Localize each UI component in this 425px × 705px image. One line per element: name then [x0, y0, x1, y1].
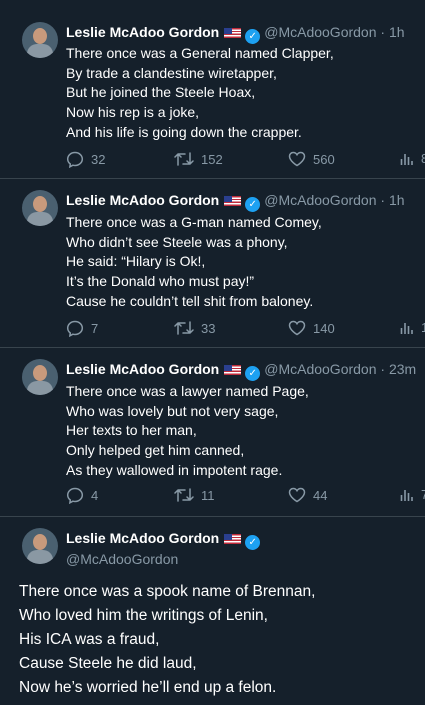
tweet-timestamp[interactable]: · 23m	[380, 361, 416, 377]
like-button[interactable]: 140	[288, 320, 335, 336]
analytics-button[interactable]: 8	[400, 151, 425, 166]
analytics-icon	[400, 322, 413, 334]
tweet-2[interactable]: Leslie McAdoo Gordon ✓ @McAdooGordon · 1h …	[0, 179, 425, 347]
reply-icon	[66, 320, 84, 337]
verified-badge-icon: ✓	[245, 366, 261, 381]
reply-button[interactable]: 7	[66, 320, 98, 337]
tweet-header: Leslie McAdoo Gordon ✓ @McAdooGordon · 1h	[66, 192, 405, 212]
analytics-count: 1	[421, 320, 425, 335]
tweet-actions: 7 33 140 1	[66, 320, 425, 338]
tweet-line: There once was a General named Clapper,	[66, 45, 334, 61]
retweet-count: 33	[201, 320, 216, 336]
tweet-line: But he joined the Steele Hoax,	[66, 84, 256, 101]
avatar[interactable]	[22, 359, 58, 395]
tweet-1[interactable]: Leslie McAdoo Gordon ✓ @McAdooGordon · 1h …	[0, 0, 425, 178]
tweet-line: There once was a G-man named Comey,	[66, 214, 322, 230]
tweet-text: There once was a General named Clapper, …	[66, 44, 421, 143]
retweet-button[interactable]: 152	[174, 151, 223, 167]
tweet-text: There once was a lawyer named Page, Who …	[66, 382, 421, 481]
avatar[interactable]	[22, 528, 58, 564]
tweet-line: Cause he couldn’t tell shit from baloney…	[66, 292, 314, 309]
analytics-icon	[400, 489, 413, 501]
tweet-line: Who didn’t see Steele was a phony,	[66, 233, 288, 250]
author-name[interactable]: Leslie McAdoo Gordon	[66, 361, 219, 377]
main-tweet[interactable]: Leslie McAdoo Gordon ✓ @McAdooGordon Ther…	[0, 517, 425, 705]
tweet-actions: 4 11 44 7	[66, 487, 425, 505]
analytics-count: 7	[421, 487, 425, 502]
author-name[interactable]: Leslie McAdoo Gordon	[66, 192, 219, 208]
analytics-icon	[400, 153, 413, 165]
tweet-actions: 32 152 560 8	[66, 151, 425, 169]
tweet-line: There once was a lawyer named Page,	[66, 383, 309, 399]
like-count: 560	[313, 151, 335, 167]
tweet-line: Cause Steele he did laud,	[19, 655, 197, 672]
retweet-icon	[174, 321, 194, 335]
tweet-line: There once was a spook name of Brennan,	[19, 583, 316, 600]
us-flag-icon	[224, 28, 242, 38]
tweet-header: Leslie McAdoo Gordon ✓ @McAdooGordon · 23m	[66, 361, 416, 381]
verified-badge-icon: ✓	[245, 29, 261, 44]
author-handle[interactable]: @McAdooGordon	[264, 361, 376, 377]
tweet-3[interactable]: Leslie McAdoo Gordon ✓ @McAdooGordon · 23m…	[0, 348, 425, 516]
retweet-icon	[174, 152, 194, 166]
retweet-count: 152	[201, 151, 223, 167]
tweet-line: Now his rep is a joke,	[66, 104, 200, 121]
tweet-text: There once was a G-man named Comey, Who …	[66, 213, 421, 312]
retweet-count: 11	[201, 487, 215, 503]
reply-icon	[66, 151, 84, 168]
tweet-line: Now he’s worried he’ll end up a felon.	[19, 679, 277, 696]
heart-icon	[288, 151, 306, 167]
tweet-line: It’s the Donald who must pay!”	[66, 273, 255, 290]
tweet-line: As they wallowed in impotent rage.	[66, 461, 283, 478]
us-flag-icon	[224, 534, 242, 544]
retweet-button[interactable]: 33	[174, 320, 215, 336]
author-name[interactable]: Leslie McAdoo Gordon	[66, 24, 219, 40]
tweet-line: Who was lovely but not very sage,	[66, 402, 279, 419]
us-flag-icon	[224, 196, 242, 206]
avatar[interactable]	[22, 22, 58, 58]
retweet-icon	[174, 488, 194, 502]
analytics-button[interactable]: 7	[400, 487, 425, 502]
reply-button[interactable]: 32	[66, 151, 105, 168]
author-handle[interactable]: @McAdooGordon	[66, 550, 260, 569]
like-button[interactable]: 560	[288, 151, 335, 167]
tweet-line: By trade a clandestine wiretapper,	[66, 64, 277, 81]
reply-count: 32	[91, 152, 106, 167]
like-count: 44	[313, 487, 328, 503]
avatar[interactable]	[22, 190, 58, 226]
reply-count: 4	[91, 488, 99, 503]
tweet-line: His ICA was a fraud,	[19, 631, 160, 648]
tweet-timestamp[interactable]: · 1h	[380, 24, 404, 40]
analytics-count: 8	[421, 151, 425, 166]
retweet-button[interactable]: 11	[174, 487, 215, 503]
author-handle[interactable]: @McAdooGordon	[264, 192, 376, 208]
tweet-header: Leslie McAdoo Gordon ✓ @McAdooGordon · 1h	[66, 24, 405, 44]
tweet-line: Who loved him the writings of Lenin,	[19, 607, 268, 624]
like-button[interactable]: 44	[288, 487, 327, 503]
analytics-button[interactable]: 1	[400, 320, 425, 335]
tweet-timestamp[interactable]: · 1h	[380, 192, 404, 208]
like-count: 140	[313, 320, 335, 336]
tweet-line: Her texts to her man,	[66, 422, 197, 439]
heart-icon	[288, 487, 306, 503]
verified-badge-icon: ✓	[245, 197, 261, 212]
us-flag-icon	[224, 365, 242, 375]
heart-icon	[288, 320, 306, 336]
author-name[interactable]: Leslie McAdoo Gordon	[66, 530, 219, 546]
reply-icon	[66, 487, 84, 504]
tweet-text: There once was a spook name of Brennan, …	[19, 580, 315, 700]
reply-count: 7	[91, 321, 99, 336]
tweet-line: Only helped get him canned,	[66, 442, 245, 459]
reply-button[interactable]: 4	[66, 487, 98, 504]
verified-badge-icon: ✓	[245, 535, 261, 550]
tweet-header: Leslie McAdoo Gordon ✓ @McAdooGordon	[66, 529, 261, 569]
author-handle[interactable]: @McAdooGordon	[264, 24, 376, 40]
tweet-line: He said: “Hilary is Ok!,	[66, 253, 206, 270]
tweet-line: And his life is going down the crapper.	[66, 123, 302, 140]
